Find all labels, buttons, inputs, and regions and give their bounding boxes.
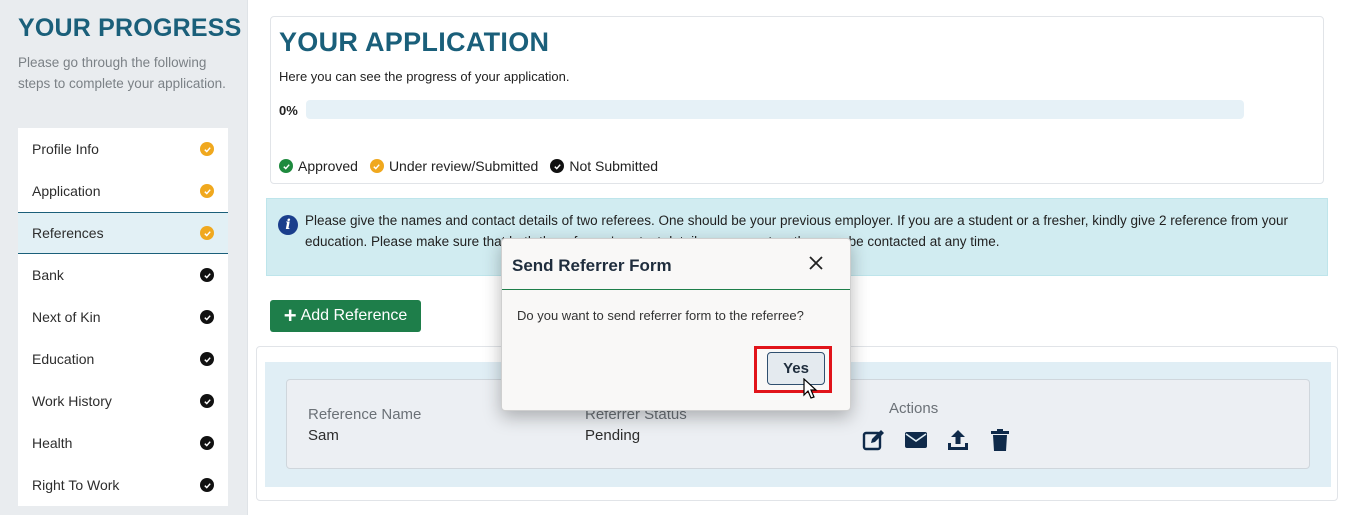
sidebar-item-bank[interactable]: Bank [18,254,228,296]
check-icon [200,436,214,450]
sidebar-item-health[interactable]: Health [18,422,228,464]
sidebar-item-label: References [32,225,104,241]
sidebar-item-label: Right To Work [32,477,120,493]
progress-percent: 0% [279,103,298,118]
plus-icon: + [283,303,297,328]
sidebar-item-application[interactable]: Application [18,170,228,212]
dialog-header: Send Referrer Form [502,239,850,290]
check-icon [200,394,214,408]
check-icon [279,159,293,173]
check-icon [200,310,214,324]
check-icon [369,159,384,173]
dialog-title: Send Referrer Form [512,256,672,275]
add-reference-button[interactable]: + Add Reference [270,300,421,332]
actions-label: Actions [889,400,939,417]
sidebar-item-next-of-kin[interactable]: Next of Kin [18,296,228,338]
check-icon [200,184,214,198]
legend-label: Not Submitted [569,158,659,174]
sidebar-item-right-to-work[interactable]: Right To Work [18,464,228,506]
mouse-pointer-icon [803,377,819,400]
legend-label: Approved [298,158,358,174]
application-card: YOUR APPLICATION Here you can see the pr… [270,16,1324,184]
sidebar-item-work-history[interactable]: Work History [18,380,228,422]
check-icon [200,352,214,366]
send-referrer-dialog: Send Referrer Form Do you want to send r… [501,238,851,411]
sidebar-item-label: Next of Kin [32,309,101,325]
sidebar-item-label: Bank [32,267,64,283]
legend-under-review: Under review/Submitted [369,158,539,174]
sidebar-item-label: Education [32,351,95,367]
progress-bar [306,100,1244,119]
envelope-icon[interactable] [904,428,928,452]
check-icon [200,268,214,282]
legend-label: Under review/Submitted [388,158,539,174]
check-icon [200,226,214,240]
sidebar-item-profile-info[interactable]: Profile Info [18,128,228,170]
sidebar-item-label: Work History [32,393,112,409]
add-reference-label: Add Reference [300,307,408,324]
reference-name-value: Sam [308,427,339,444]
page-title: YOUR APPLICATION [279,27,550,57]
referrer-status-value: Pending [585,427,641,444]
info-icon: i [278,215,298,235]
sidebar-steps: Profile Info Application References Bank… [18,128,228,506]
application-subtitle: Here you can see the progress of your ap… [279,69,570,84]
sidebar-item-education[interactable]: Education [18,338,228,380]
legend-not-submitted: Not Submitted [550,158,658,174]
reference-name-label: Reference Name [308,406,422,423]
sidebar-item-label: Application [32,183,101,199]
sidebar-description: Please go through the following steps to… [18,55,226,91]
sidebar-item-label: Health [32,435,73,451]
check-icon [550,159,565,173]
sidebar-item-references[interactable]: References [18,212,228,254]
status-legend: Approved Under review/Submitted Not Subm… [279,158,670,174]
dialog-message: Do you want to send referrer form to the… [517,308,804,323]
check-icon [200,142,214,156]
trash-icon[interactable] [988,428,1012,452]
check-icon [200,478,214,492]
legend-approved: Approved [279,158,358,174]
upload-icon[interactable] [946,428,970,452]
sidebar-title: YOUR PROGRESS [18,14,242,42]
progress-sidebar: YOUR PROGRESS Please go through the foll… [0,0,248,515]
reference-actions [862,428,1030,452]
close-icon[interactable] [808,255,824,271]
edit-icon[interactable] [862,428,886,452]
sidebar-item-label: Profile Info [32,141,99,157]
